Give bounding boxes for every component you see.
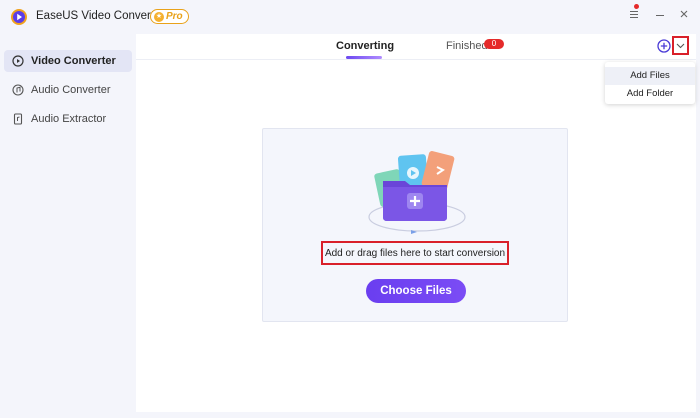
choose-files-button[interactable]: Choose Files bbox=[366, 279, 466, 303]
drop-hint-text: Add or drag files here to start conversi… bbox=[321, 241, 509, 265]
tab-converting[interactable]: Converting bbox=[336, 40, 394, 52]
pro-badge: ★ Pro bbox=[150, 9, 189, 24]
menu-item-add-folder[interactable]: Add Folder bbox=[605, 85, 695, 103]
chevron-down-icon bbox=[676, 43, 685, 48]
tab-finished[interactable]: Finished bbox=[446, 40, 488, 52]
audio-converter-icon bbox=[12, 84, 24, 96]
add-dropdown-menu: Add Files Add Folder bbox=[605, 62, 695, 104]
folder-add-icon bbox=[368, 151, 466, 234]
sidebar-item-video-converter[interactable]: Video Converter bbox=[4, 50, 132, 72]
sidebar-item-audio-converter[interactable]: Audio Converter bbox=[4, 79, 132, 101]
title-bar: EaseUS Video Converter ★ Pro bbox=[0, 0, 700, 34]
minimize-icon bbox=[656, 15, 664, 16]
pro-badge-label: Pro bbox=[166, 11, 183, 22]
minimize-button[interactable] bbox=[651, 6, 669, 24]
sidebar-item-label: Audio Converter bbox=[31, 84, 111, 96]
menu-button[interactable] bbox=[625, 6, 643, 24]
hamburger-icon bbox=[630, 11, 638, 18]
menu-item-add-files[interactable]: Add Files bbox=[605, 67, 695, 85]
notification-dot bbox=[634, 4, 639, 9]
active-tab-indicator bbox=[346, 56, 382, 59]
sidebar-item-label: Video Converter bbox=[31, 55, 116, 67]
add-circle-icon[interactable] bbox=[657, 39, 671, 53]
sidebar-item-audio-extractor[interactable]: Audio Extractor bbox=[4, 108, 132, 130]
finished-count-badge: 0 bbox=[484, 39, 504, 49]
file-drop-zone[interactable]: Add or drag files here to start conversi… bbox=[262, 128, 568, 322]
close-icon bbox=[680, 10, 688, 18]
sidebar: Video Converter Audio Converter Audio Ex… bbox=[0, 34, 136, 418]
sidebar-item-label: Audio Extractor bbox=[31, 113, 107, 125]
close-button[interactable] bbox=[675, 6, 693, 24]
app-logo-icon bbox=[11, 9, 27, 25]
app-title: EaseUS Video Converter bbox=[36, 10, 165, 22]
video-converter-icon bbox=[12, 55, 24, 67]
audio-extractor-icon bbox=[13, 113, 23, 125]
tabs-row: Converting Finished 0 bbox=[136, 34, 696, 60]
add-dropdown-button[interactable] bbox=[672, 36, 689, 55]
star-icon: ★ bbox=[154, 11, 164, 22]
